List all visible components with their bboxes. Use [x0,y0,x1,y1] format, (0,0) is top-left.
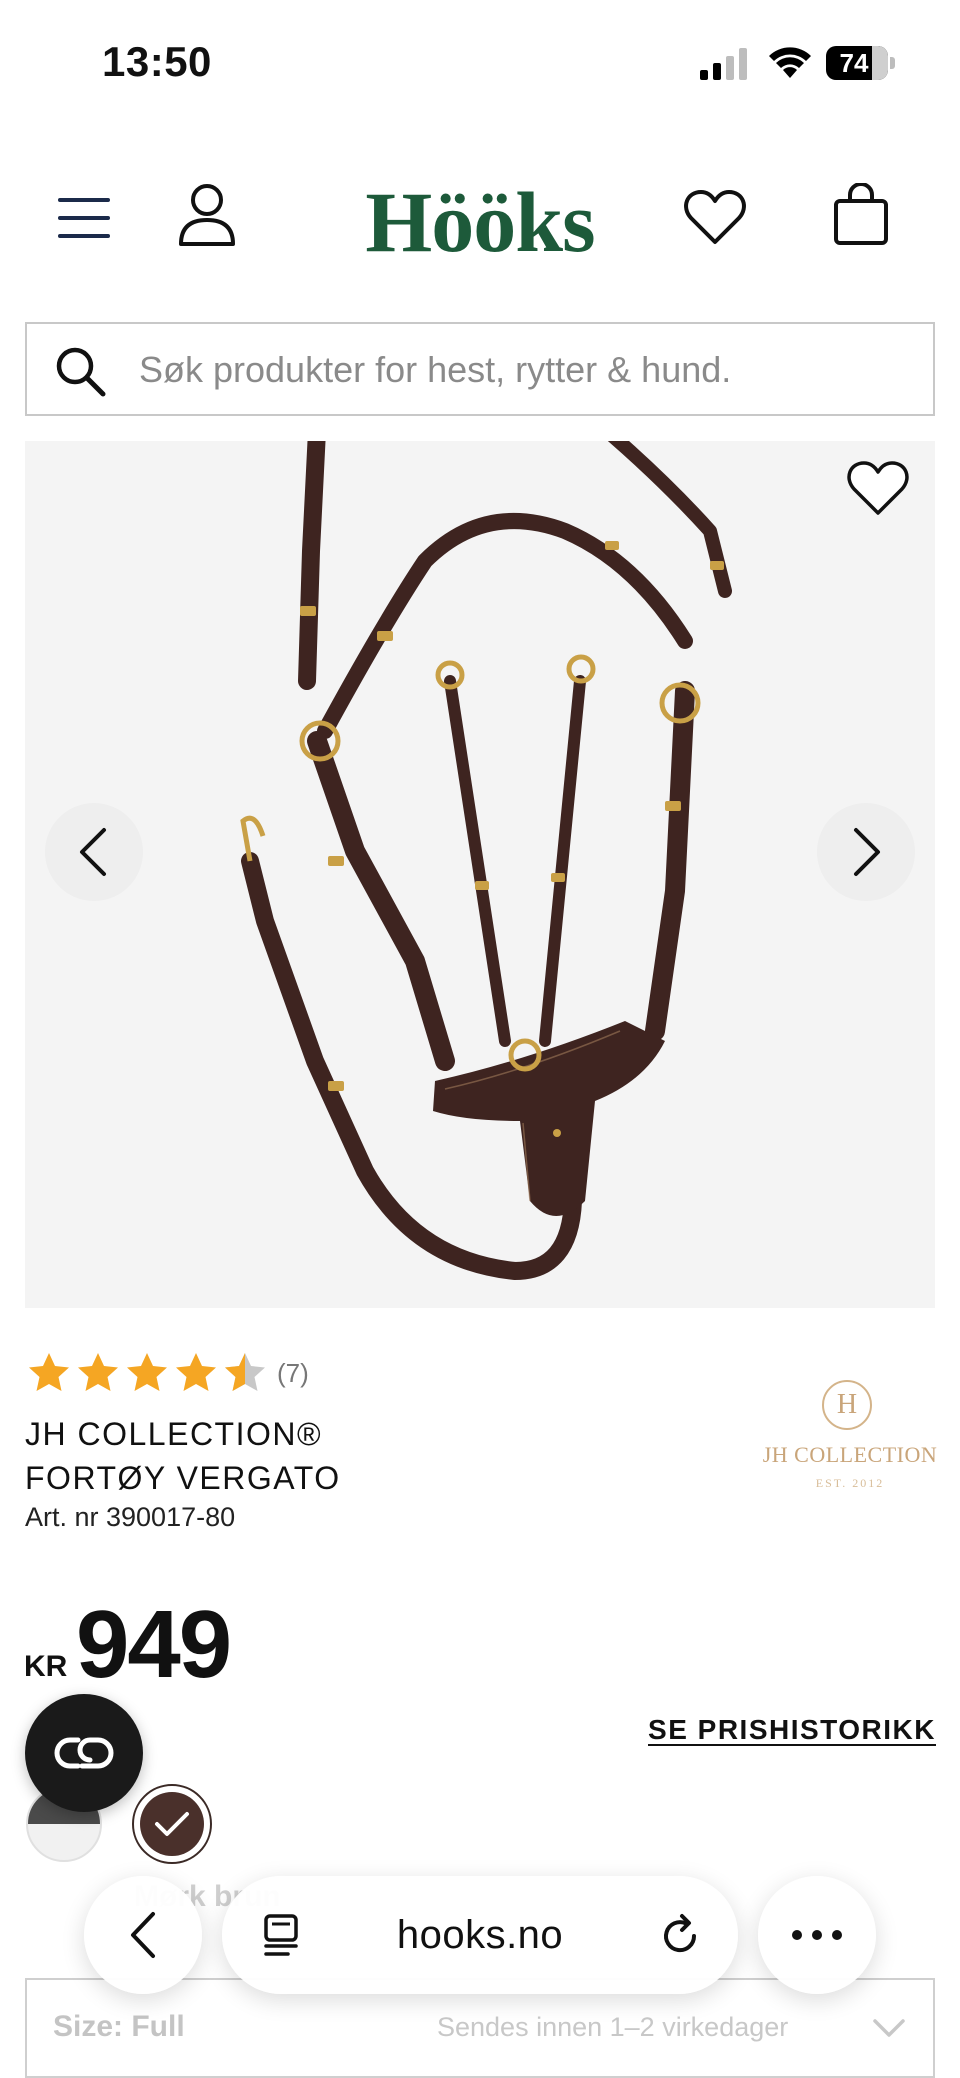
brand-established: EST. 2012 [815,1476,885,1490]
brand-monogram: H [822,1380,872,1430]
product-title: JH COLLECTION® FORTØY VERGATO [25,1412,585,1500]
clock: 13:50 [102,38,212,85]
more-dots-icon [792,1930,842,1940]
chevron-down-icon [873,2019,905,2037]
shipping-info: Sendes innen 1–2 virkedager [437,2012,789,2042]
heart-icon [847,461,909,515]
article-number: Art. nr 390017-80 [25,1502,236,1532]
link-loop-icon [54,1737,114,1769]
review-count[interactable]: (7) [277,1358,309,1389]
browser-toolbar: hooks.no [0,1870,960,2000]
star-half-icon [225,1353,265,1391]
status-bar: 13:50 74 [0,0,960,120]
star-full-icon [78,1353,118,1391]
address-bar[interactable]: hooks.no [222,1876,738,1994]
add-to-wishlist-button[interactable] [843,453,913,523]
product-title-line-2: FORTØY VERGATO [25,1460,341,1496]
price-history-link[interactable]: SE PRISHISTORIKK [640,1714,936,1746]
battery-percentage: 74 [839,48,869,78]
hamburger-icon [58,198,110,238]
checkmark-icon [155,1812,189,1836]
url-text: hooks.no [396,1912,564,1957]
chevron-left-icon [80,828,106,876]
gallery-prev-button[interactable] [45,803,143,901]
menu-button[interactable] [52,186,116,250]
star-full-icon [127,1353,167,1391]
video-shopping-button[interactable] [25,1694,143,1812]
heart-icon [684,190,746,244]
shopping-bag-icon [834,183,888,245]
star-full-icon [29,1353,69,1391]
reload-icon[interactable] [656,1912,704,1960]
wifi-icon [769,47,811,78]
color-swatch-dark-brown-selected[interactable] [132,1784,212,1864]
browser-more-button[interactable] [758,1876,876,1994]
price-amount: 949 [76,1591,232,1698]
site-header: Hööks [0,150,960,290]
product-image [240,441,732,1280]
product-rating[interactable]: (7) [26,1350,309,1396]
search-input[interactable] [139,342,909,398]
user-icon [179,184,235,246]
search-bar[interactable] [25,322,935,416]
size-value: Size: Full [53,2010,185,2043]
cellular-signal-icon [700,48,747,80]
star-full-icon [176,1353,216,1391]
price-currency: KR [24,1650,68,1683]
browser-back-button[interactable] [84,1876,202,1994]
search-icon [56,347,106,397]
site-logo[interactable]: Hööks [340,172,620,272]
chevron-left-icon [131,1912,155,1958]
gallery-next-button[interactable] [817,803,915,901]
brand-logo[interactable]: H JH COLLECTION EST. 2012 [760,1376,940,1496]
product-image-gallery[interactable] [25,441,935,1308]
wishlist-button[interactable] [680,182,750,252]
battery-icon: 74 [826,46,895,80]
chevron-right-icon [854,828,880,876]
cart-button[interactable] [826,180,896,250]
brand-name: JH COLLECTION [762,1442,938,1467]
product-title-line-1: JH COLLECTION® [25,1416,323,1452]
tabs-icon [264,1914,298,1956]
account-button[interactable] [172,180,242,250]
